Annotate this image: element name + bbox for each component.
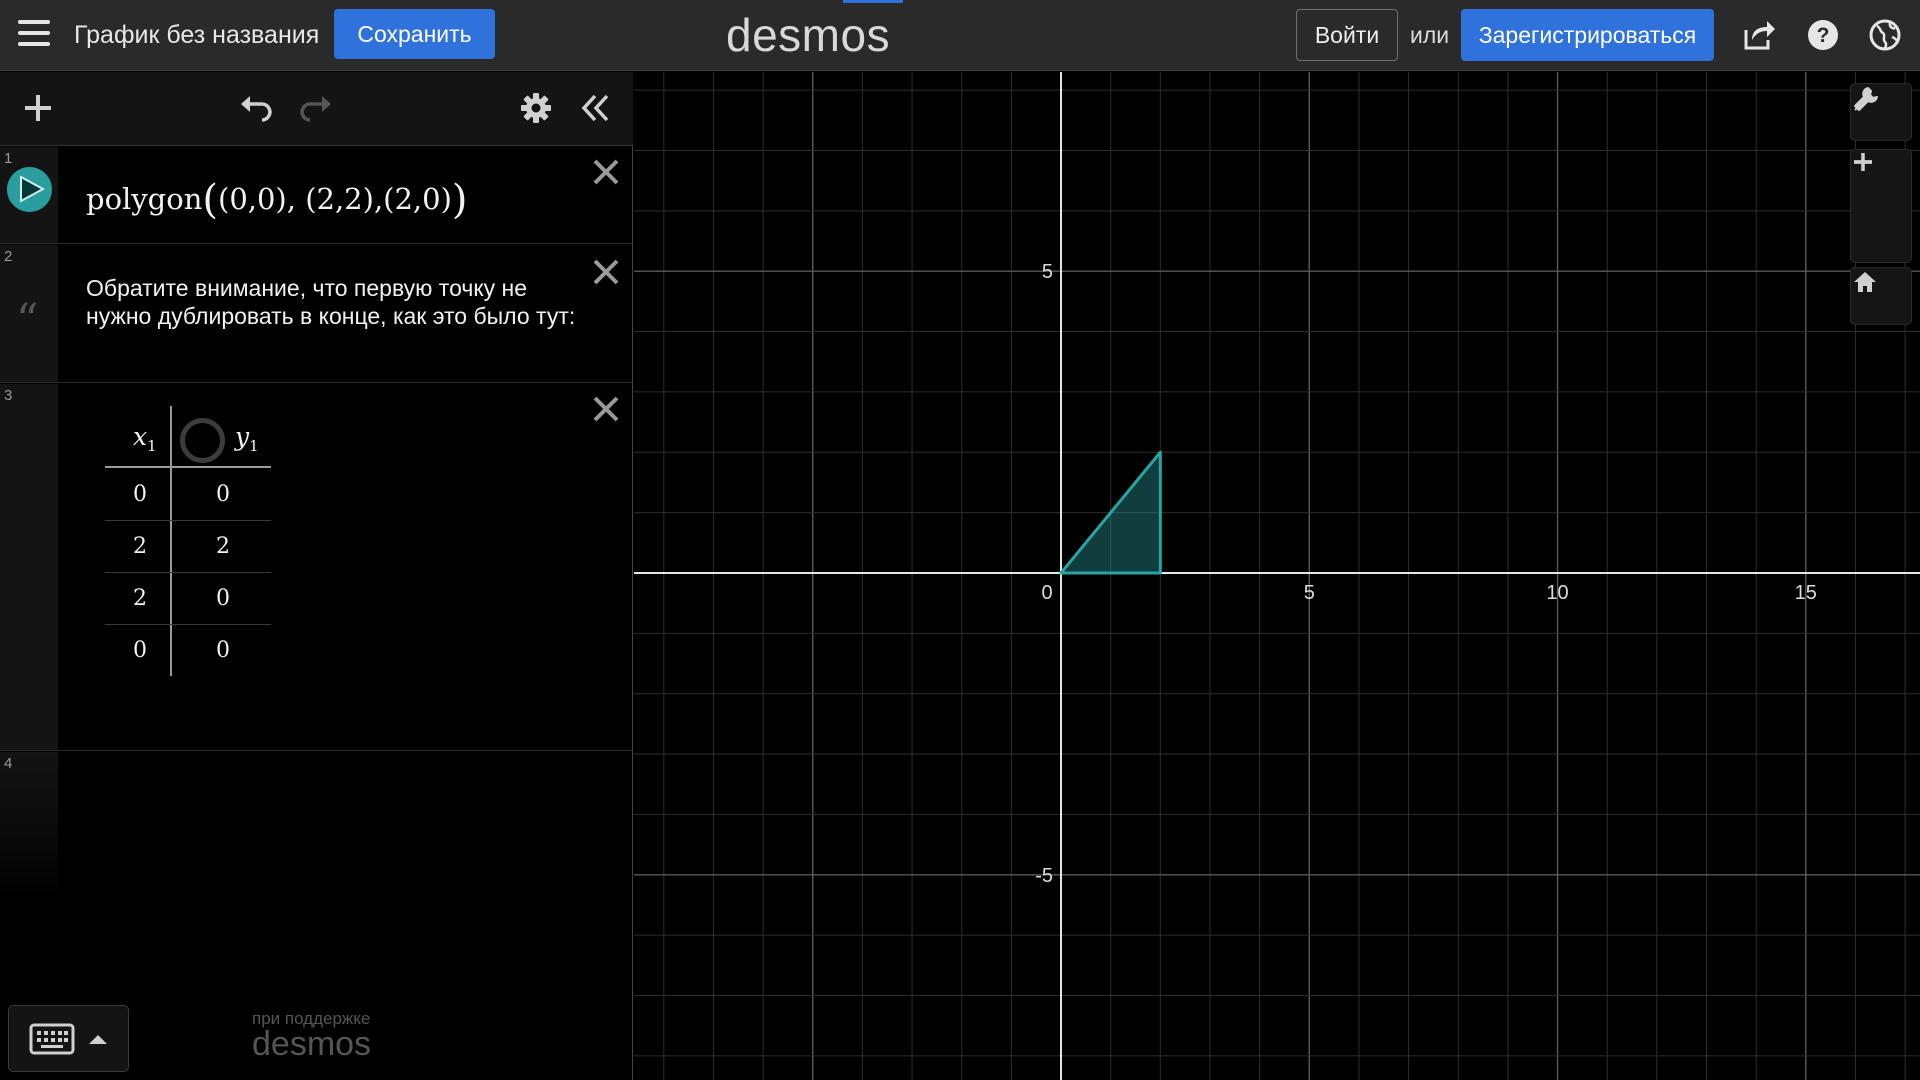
delete-expression-icon[interactable] <box>589 392 623 426</box>
table-row: 0 0 <box>105 625 271 677</box>
home-control <box>1850 267 1912 325</box>
expression-index: 1 <box>4 150 13 167</box>
note-text[interactable]: Обратите внимание, что первую точку не н… <box>86 274 586 330</box>
table-cell[interactable]: 2 <box>110 534 170 559</box>
y-tick-label: -5 <box>1035 865 1053 887</box>
keyboard-toggle-button[interactable] <box>8 1005 129 1072</box>
graph-canvas[interactable]: 0 5 10 15 5 -5 <box>634 72 1920 1080</box>
note-row[interactable]: 2 “ Обратите внимание, что первую точку … <box>0 245 633 383</box>
table-header: x1 y1 <box>105 406 271 468</box>
collapse-panel-icon[interactable] <box>578 90 614 126</box>
graph-title[interactable]: График без названия <box>74 21 319 50</box>
table-cell[interactable]: 0 <box>193 586 253 611</box>
polygon-point: (0,0) <box>218 182 287 216</box>
or-label: или <box>1410 22 1450 48</box>
caret-up-icon <box>89 1035 107 1044</box>
desmos-logo: desmos <box>726 9 891 61</box>
table-cell[interactable]: 2 <box>193 534 253 559</box>
accent-line <box>843 0 903 3</box>
graph-settings-group <box>1850 83 1912 141</box>
delete-expression-icon[interactable] <box>589 155 623 189</box>
expression-panel: 1 polygon((0,0), (2,2),(2,0)) 2 “ Обрати… <box>0 72 633 1080</box>
home-icon[interactable] <box>1851 268 1911 324</box>
graph-paper[interactable]: 0 5 10 15 5 -5 <box>634 72 1920 1080</box>
add-expression-icon[interactable] <box>20 90 56 126</box>
table-cell[interactable]: 2 <box>110 586 170 611</box>
redo-icon[interactable] <box>298 90 334 126</box>
top-bar: График без названия Сохранить desmos Вой… <box>0 0 1920 71</box>
polygon-point: (2,2) <box>305 182 374 216</box>
series-style-icon[interactable] <box>180 418 225 463</box>
help-icon[interactable]: ? <box>1806 18 1840 52</box>
x-tick-label: 15 <box>1795 582 1817 604</box>
polygon-visibility-icon[interactable] <box>7 167 52 212</box>
wrench-icon[interactable] <box>1851 84 1911 140</box>
x-tick-label: 5 <box>1304 582 1315 604</box>
share-icon[interactable] <box>1742 18 1776 52</box>
table-cell[interactable]: 0 <box>193 482 253 507</box>
table-cell[interactable]: 0 <box>110 638 170 663</box>
keyboard-icon <box>29 1023 75 1055</box>
zoom-out-icon[interactable] <box>1851 160 1911 262</box>
table-cell[interactable]: 0 <box>110 482 170 507</box>
expression-index: 2 <box>4 248 13 265</box>
settings-gear-icon[interactable] <box>518 90 554 126</box>
svg-text:?: ? <box>1817 24 1830 47</box>
signup-button[interactable]: Зарегистрироваться <box>1461 9 1714 61</box>
zoom-controls <box>1850 149 1912 263</box>
table-row-expression[interactable]: 3 x1 y1 0 0 2 2 2 0 0 0 <box>0 384 633 751</box>
function-name: polygon <box>86 182 203 216</box>
expression-gutter <box>0 384 58 750</box>
note-quote-icon: “ <box>16 295 39 346</box>
undo-icon[interactable] <box>238 90 274 126</box>
delete-expression-icon[interactable] <box>589 255 623 289</box>
hamburger-menu-icon[interactable] <box>18 20 50 50</box>
table-row: 2 0 <box>105 573 271 625</box>
language-globe-icon[interactable] <box>1868 18 1902 52</box>
expression-gutter <box>0 752 58 902</box>
expression-index: 3 <box>4 387 13 404</box>
column-header-y[interactable]: y1 <box>235 422 259 455</box>
expression-row[interactable]: 1 polygon((0,0), (2,2),(2,0)) <box>0 147 633 244</box>
empty-expression-row[interactable]: 4 <box>0 752 633 902</box>
save-button[interactable]: Сохранить <box>334 9 495 59</box>
expression-toolbar <box>0 72 633 146</box>
table-row: 2 2 <box>105 521 271 573</box>
expression-index: 4 <box>4 755 13 772</box>
x-tick-label: 10 <box>1546 582 1568 604</box>
y-tick-label: 5 <box>1042 261 1053 283</box>
powered-by-desmos[interactable]: при поддержке desmos <box>252 1009 371 1064</box>
table-row: 0 0 <box>105 469 271 521</box>
login-button[interactable]: Войти <box>1296 9 1398 61</box>
polygon-point: (2,0) <box>383 182 452 216</box>
polygon-expression[interactable]: polygon((0,0), (2,2),(2,0)) <box>86 173 468 223</box>
column-header-x[interactable]: x1 <box>133 422 157 455</box>
table-cell[interactable]: 0 <box>193 638 253 663</box>
x-tick-label: 0 <box>1041 582 1052 604</box>
